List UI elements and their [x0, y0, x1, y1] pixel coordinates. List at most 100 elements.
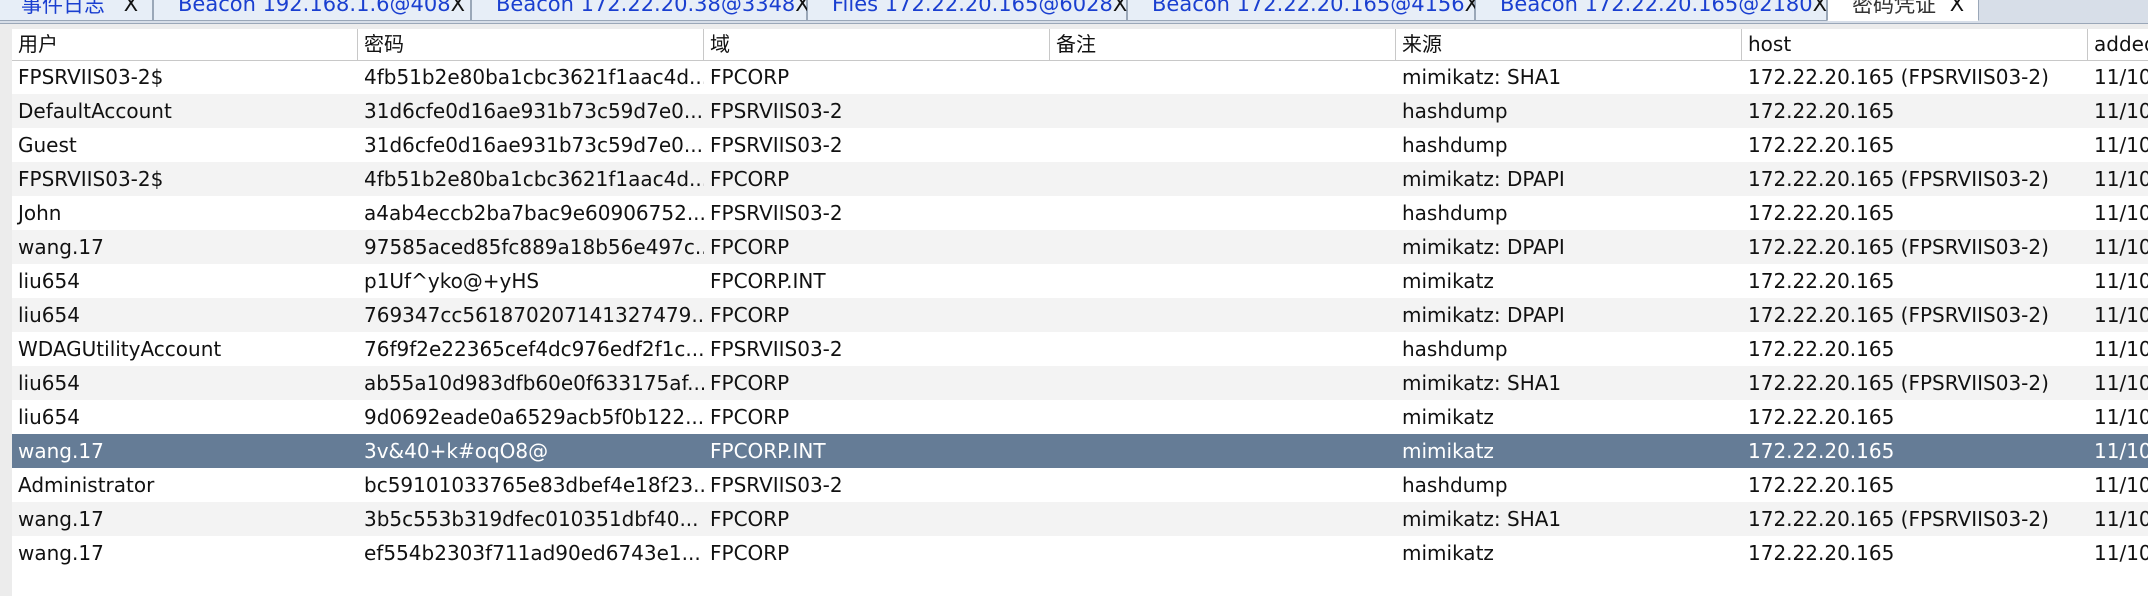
cell-source: mimikatz: SHA1 — [1402, 507, 1562, 531]
cell-password: p1Uf^yko@+yHS — [364, 269, 540, 293]
cell-user: liu654 — [18, 371, 80, 395]
cell-user: DefaultAccount — [18, 99, 172, 123]
tab-event-log[interactable]: 事件日志 X — [0, 0, 153, 21]
table-row[interactable]: wang.17 3b5c553b319dfec010351dbf40... FPCO… — [12, 502, 2148, 536]
cell-user: Guest — [18, 133, 77, 157]
table-row[interactable]: liu654 769347cc561870207141327479... FPCOR… — [12, 298, 2148, 332]
column-header-source[interactable]: 来源 — [1396, 29, 1742, 60]
cell-added: 11/10 — [2094, 337, 2148, 361]
table-row[interactable]: wang.17 97585aced85fc889a18b56e497c... FPC… — [12, 230, 2148, 264]
cell-added: 11/10 — [2094, 541, 2148, 565]
tab-label: Beacon 172.22.20.165@2180 — [1500, 0, 1813, 16]
cell-host: 172.22.20.165 — [1748, 473, 1895, 497]
cell-password: 97585aced85fc889a18b56e497c... — [364, 235, 704, 259]
tab-beacon-172-22-20-165-2180[interactable]: Beacon 172.22.20.165@2180 X — [1475, 0, 1827, 21]
cell-domain: FPCORP — [710, 235, 790, 259]
table-row[interactable]: FPSRVIIS03-2$ 4fb51b2e80ba1cbc3621f1aac4d… — [12, 162, 2148, 196]
cell-added: 11/10 — [2094, 439, 2148, 463]
cell-host: 172.22.20.165 — [1748, 133, 1895, 157]
cell-note — [1050, 230, 1396, 264]
cell-user: Administrator — [18, 473, 155, 497]
cell-password: 3b5c553b319dfec010351dbf40... — [364, 507, 699, 531]
table-row[interactable]: wang.17 3v&40+k#oqO8@ FPCORP.INT mimikatz 17… — [12, 434, 2148, 468]
cell-user: liu654 — [18, 405, 80, 429]
cell-note — [1050, 264, 1396, 298]
cell-domain: FPCORP — [710, 65, 790, 89]
column-header-host[interactable]: host — [1742, 29, 2088, 60]
cell-note — [1050, 502, 1396, 536]
cell-note — [1050, 366, 1396, 400]
tab-beacon-172-22-20-165-4156[interactable]: Beacon 172.22.20.165@4156 X — [1127, 0, 1479, 21]
column-header-password[interactable]: 密码 — [358, 29, 704, 60]
close-icon[interactable]: X — [120, 0, 142, 16]
cell-domain: FPSRVIIS03-2 — [710, 473, 843, 497]
cell-added: 11/10 — [2094, 167, 2148, 191]
column-header-domain[interactable]: 域 — [704, 29, 1050, 60]
cell-source: hashdump — [1402, 99, 1508, 123]
table-row[interactable]: John a4ab4eccb2ba7bac9e60906752... FPSRVII… — [12, 196, 2148, 230]
table-row[interactable]: liu654 p1Uf^yko@+yHS FPCORP.INT mimikatz 172… — [12, 264, 2148, 298]
table-row[interactable]: FPSRVIIS03-2$ 4fb51b2e80ba1cbc3621f1aac4d… — [12, 60, 2148, 94]
cell-domain: FPCORP.INT — [710, 439, 826, 463]
cell-source: mimikatz: DPAPI — [1402, 235, 1565, 259]
cell-note — [1050, 400, 1396, 434]
cell-added: 11/10 — [2094, 303, 2148, 327]
table-row[interactable]: liu654 ab55a10d983dfb60e0f633175af... FPCO… — [12, 366, 2148, 400]
tab-beacon-172-22-20-38[interactable]: Beacon 172.22.20.38@3348 X — [471, 0, 810, 21]
cell-host: 172.22.20.165 — [1748, 439, 1895, 463]
cell-user: liu654 — [18, 269, 80, 293]
close-icon[interactable]: X — [1113, 0, 1127, 16]
cell-source: mimikatz: SHA1 — [1402, 371, 1562, 395]
tab-label: 事件日志 — [21, 0, 105, 17]
table-row[interactable]: Administrator bc59101033765e83dbef4e18f23… — [12, 468, 2148, 502]
cell-added: 11/10 — [2094, 371, 2148, 395]
tab-credentials[interactable]: 密码凭证 X — [1827, 0, 1979, 21]
cell-host: 172.22.20.165 (FPSRVIIS03-2) — [1748, 371, 2049, 395]
cell-host: 172.22.20.165 — [1748, 201, 1895, 225]
cell-domain: FPCORP.INT — [710, 269, 826, 293]
cell-user: wang.17 — [18, 507, 104, 531]
close-icon[interactable]: X — [1813, 0, 1827, 16]
tab-beacon-192-168-1-6[interactable]: Beacon 192.168.1.6@408 X — [153, 0, 471, 21]
cell-host: 172.22.20.165 — [1748, 405, 1895, 429]
cell-host: 172.22.20.165 (FPSRVIIS03-2) — [1748, 65, 2049, 89]
cell-user: WDAGUtilityAccount — [18, 337, 222, 361]
column-header-added[interactable]: added — [2088, 29, 2148, 60]
cell-host: 172.22.20.165 (FPSRVIIS03-2) — [1748, 507, 2049, 531]
cell-note — [1050, 196, 1396, 230]
column-header-note[interactable]: 备注 — [1050, 29, 1396, 60]
cell-note — [1050, 298, 1396, 332]
table-row[interactable]: Guest 31d6cfe0d16ae931b73c59d7e0... FPSRVI… — [12, 128, 2148, 162]
table-row[interactable]: WDAGUtilityAccount 76f9f2e22365cef4dc976e… — [12, 332, 2148, 366]
cell-password: ef554b2303f711ad90ed6743e1... — [364, 541, 701, 565]
cell-host: 172.22.20.165 — [1748, 269, 1895, 293]
table-row[interactable]: DefaultAccount 31d6cfe0d16ae931b73c59d7e0… — [12, 94, 2148, 128]
cell-added: 11/10 — [2094, 473, 2148, 497]
table-row[interactable]: wang.17 ef554b2303f711ad90ed6743e1... FPCO… — [12, 536, 2148, 570]
cell-domain: FPSRVIIS03-2 — [710, 337, 843, 361]
cell-user: wang.17 — [18, 439, 104, 463]
cell-host: 172.22.20.165 (FPSRVIIS03-2) — [1748, 303, 2049, 327]
cell-password: ab55a10d983dfb60e0f633175af... — [364, 371, 704, 395]
tab-label: Beacon 172.22.20.165@4156 — [1152, 0, 1465, 16]
cell-added: 11/10 — [2094, 65, 2148, 89]
table-row[interactable]: liu654 9d0692eade0a6529acb5f0b122... FPCOR… — [12, 400, 2148, 434]
cell-source: hashdump — [1402, 133, 1508, 157]
close-icon[interactable]: X — [1946, 0, 1968, 16]
cell-password: 4fb51b2e80ba1cbc3621f1aac4d... — [364, 65, 704, 89]
cell-source: hashdump — [1402, 337, 1508, 361]
tab-bar: 事件日志 X Beacon 192.168.1.6@408 X Beacon 1… — [0, 0, 2148, 24]
cell-source: hashdump — [1402, 201, 1508, 225]
close-icon[interactable]: X — [451, 0, 465, 16]
cell-domain: FPSRVIIS03-2 — [710, 99, 843, 123]
tab-label: 密码凭证 — [1852, 0, 1936, 17]
cell-user: FPSRVIIS03-2$ — [18, 65, 164, 89]
cell-added: 11/10 — [2094, 235, 2148, 259]
cell-source: mimikatz — [1402, 269, 1494, 293]
cell-note — [1050, 468, 1396, 502]
tab-label: Beacon 172.22.20.38@3348 — [496, 0, 796, 16]
column-header-user[interactable]: 用户 — [12, 29, 358, 60]
tab-files-172-22-20-165[interactable]: Files 172.22.20.165@6028 X — [807, 0, 1127, 21]
cell-password: 769347cc561870207141327479... — [364, 303, 704, 327]
cell-added: 11/10 — [2094, 507, 2148, 531]
